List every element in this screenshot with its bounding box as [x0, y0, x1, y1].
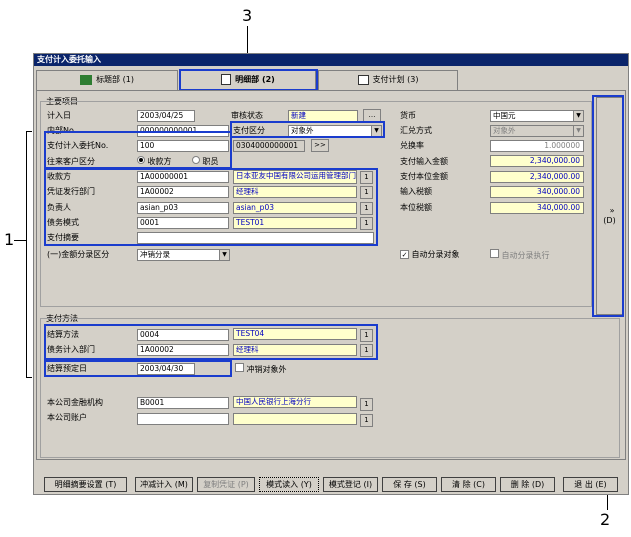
account-name-field [233, 413, 357, 425]
callout-1-bracket [26, 131, 32, 378]
detail-summary-button[interactable]: 明细摘要设置 (T) [44, 477, 127, 492]
pay-amount-field: 2,340,000.00 [490, 155, 584, 167]
window-title: 支付计入委托输入 [34, 54, 628, 66]
callout-3: 3 [242, 6, 253, 25]
offset-checkbox[interactable]: 冲销对象外 [235, 363, 287, 375]
payment-class-highlight [230, 121, 385, 138]
load-template-button[interactable]: 模式读入 (Y) [259, 477, 319, 492]
calendar-icon [357, 74, 369, 85]
save-button[interactable]: 保 存 (S) [382, 477, 437, 492]
auto-exec-checkbox: 自动分录执行 [490, 249, 550, 261]
check-off-icon [235, 363, 244, 372]
review-status-label: 审核状态 [231, 111, 263, 120]
exit-button[interactable]: 退 出 (E) [563, 477, 618, 492]
chevron-down-icon: ▼ [573, 111, 583, 121]
entry-date-field[interactable]: 2003/04/25 [137, 110, 195, 122]
side-button-highlight [592, 95, 624, 317]
rate-label: 兑换率 [400, 141, 424, 150]
clear-button[interactable]: 清 除 (C) [441, 477, 496, 492]
bank-code-field[interactable]: B0001 [137, 397, 229, 409]
account-code-field[interactable] [137, 413, 229, 425]
input-tax-field: 340,000.00 [490, 186, 584, 198]
copy-voucher-button: 复制凭证 (P) [197, 477, 255, 492]
account-lookup-button[interactable]: 1 [360, 414, 373, 427]
chevron-down-icon: ▼ [573, 126, 583, 136]
book-icon [80, 74, 93, 85]
currency-label: 货币 [400, 111, 416, 120]
payment-fields-highlight [44, 324, 378, 360]
register-template-button[interactable]: 模式登记 (I) [323, 477, 378, 492]
delete-button[interactable]: 删 除 (D) [500, 477, 555, 492]
check-off-icon [490, 249, 499, 258]
bank-name-field: 中国人民银行上海分行 [233, 396, 357, 408]
amount-class-label: (一)金额分录区分 [47, 250, 110, 259]
amount-class-select[interactable]: 冲销分录 ▼ [137, 249, 230, 261]
check-icon: ✓ [400, 250, 409, 259]
input-tax-label: 输入税额 [400, 187, 432, 196]
currency-select[interactable]: 中国元 ▼ [490, 110, 584, 122]
base-tax-label: 本位税额 [400, 203, 432, 212]
bank-lookup-button[interactable]: 1 [360, 398, 373, 411]
pay-amount-label: 支付输入金额 [400, 157, 448, 166]
tab-header[interactable]: 标题部 (1) [36, 70, 178, 90]
base-tax-field: 340,000.00 [490, 202, 584, 214]
callout-1: 1 [4, 230, 15, 249]
bank-label: 本公司金融机构 [47, 398, 103, 407]
settle-date-highlight [44, 360, 232, 377]
auto-entry-checkbox[interactable]: ✓ 自动分录对象 [400, 249, 460, 260]
summary-method-label: 汇兑方式 [400, 126, 432, 135]
entry-date-label: 计入日 [47, 111, 71, 120]
base-amount-label: 支付本位金额 [400, 172, 448, 181]
rate-field[interactable]: 1.000000 [490, 140, 584, 152]
tab-plan[interactable]: 支付计划 (3) [318, 70, 458, 90]
account-label: 本公司账户 [47, 413, 87, 422]
tab-detail-highlight [179, 69, 318, 91]
chevron-down-icon: ▼ [219, 250, 229, 260]
left-labels-highlight-top [44, 131, 232, 169]
callout-2: 2 [600, 510, 611, 529]
request-no2-field: 0304000000001 [233, 140, 305, 152]
base-amount-field: 2,340,000.00 [490, 171, 584, 183]
offset-entry-button[interactable]: 冲减计入 (M) [135, 477, 193, 492]
jump-button[interactable]: >> [311, 139, 329, 152]
left-fields-highlight [44, 168, 378, 246]
summary-method-select: 对象外 ▼ [490, 125, 584, 137]
